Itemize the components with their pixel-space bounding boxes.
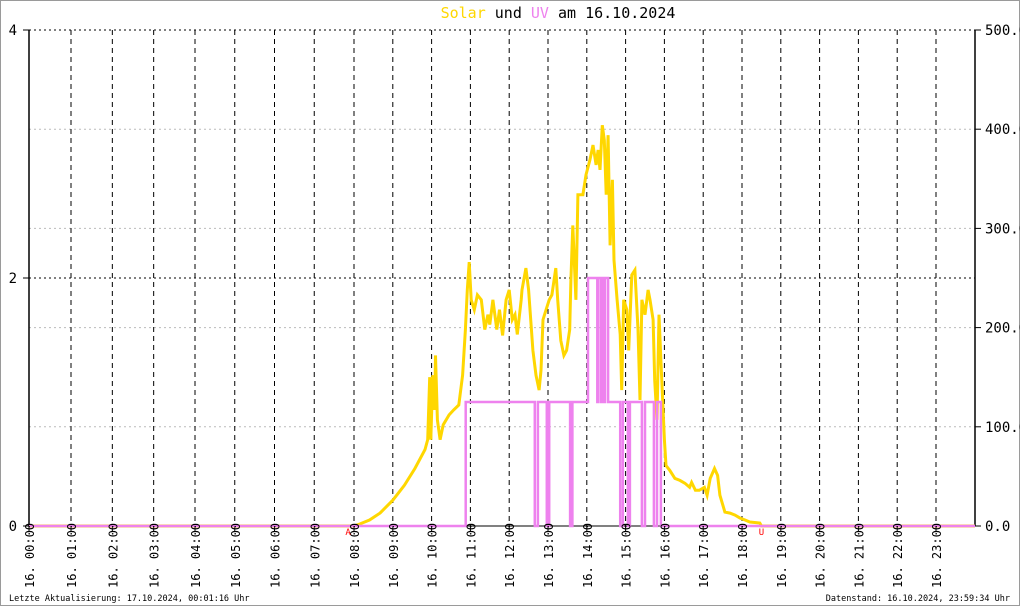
x-tick-label: 16. 15:00 xyxy=(620,523,634,588)
left-tick-label: 2 xyxy=(9,271,17,287)
right-tick-label: 0.0 xyxy=(985,519,1010,535)
x-tick-label: 16. 22:00 xyxy=(891,523,905,588)
x-tick-label: 16. 05:00 xyxy=(229,523,243,588)
marker-a: A xyxy=(345,528,351,538)
x-tick-label: 16. 20:00 xyxy=(814,523,828,588)
right-tick-label: 300.0 xyxy=(985,221,1020,237)
left-tick-label: 0 xyxy=(9,519,17,535)
x-tick-label: 16. 09:00 xyxy=(387,523,401,588)
right-tick-label: 100.0 xyxy=(985,420,1020,436)
marker-u: U xyxy=(759,528,764,538)
last-update-text: Letzte Aktualisierung: 17.10.2024, 00:01… xyxy=(9,594,250,604)
x-tick-label: 16. 17:00 xyxy=(697,523,711,588)
x-tick-label: 16. 01:00 xyxy=(65,523,79,588)
x-tick-label: 16. 12:00 xyxy=(503,523,517,588)
grid xyxy=(29,29,975,526)
x-tick-label: 16. 21:00 xyxy=(852,523,866,588)
axes: 0.0 100.0 200.0 300.0 400.0 500.0 0 2 4 xyxy=(9,23,1020,535)
right-tick-label: 200.0 xyxy=(985,321,1020,337)
x-tick-label: 16. 16:00 xyxy=(658,523,672,588)
title-part: UV xyxy=(531,4,549,22)
right-tick-label: 500.0 xyxy=(985,23,1020,39)
x-tick-label: 16. 18:00 xyxy=(736,523,750,588)
x-tick-label: 16. 03:00 xyxy=(148,523,162,588)
x-tick-label: 16. 13:00 xyxy=(542,523,556,588)
left-tick-label: 4 xyxy=(9,23,17,39)
title-part: und xyxy=(486,4,531,22)
data-state-text: Datenstand: 16.10.2024, 23:59:34 Uhr xyxy=(826,594,1010,604)
x-tick-label: 16. 10:00 xyxy=(426,523,440,588)
x-tick-label: 16. 06:00 xyxy=(269,523,283,588)
series xyxy=(29,125,975,528)
series-uv-line xyxy=(29,276,975,528)
x-tick-label: 16. 04:00 xyxy=(189,523,203,588)
chart-title: Solar und UV am 16.10.2024 xyxy=(441,4,676,22)
x-tick-label: 16. 00:00 xyxy=(23,523,37,588)
solar-uv-chart: Solar und UV am 16.10.2024 0.0100.0200.0… xyxy=(9,4,1020,604)
title-part: Solar xyxy=(441,4,486,22)
x-tick-labels: 16. 00:00 16. 01:00 16. 02:00 16. 03:00 16. … xyxy=(23,523,944,588)
x-tick-label: 16. 14:00 xyxy=(581,523,595,588)
x-tick-label: 16. 19:00 xyxy=(775,523,789,588)
x-tick-label: 16. 11:00 xyxy=(464,523,478,588)
x-tick-label: 16. 23:00 xyxy=(930,523,944,588)
title-part: am 16.10.2024 xyxy=(549,4,675,22)
right-tick-label: 400.0 xyxy=(985,122,1020,138)
series-solar-line xyxy=(29,125,975,528)
x-tick-label: 16. 07:00 xyxy=(308,523,322,588)
x-tick-label: 16. 02:00 xyxy=(106,523,120,588)
